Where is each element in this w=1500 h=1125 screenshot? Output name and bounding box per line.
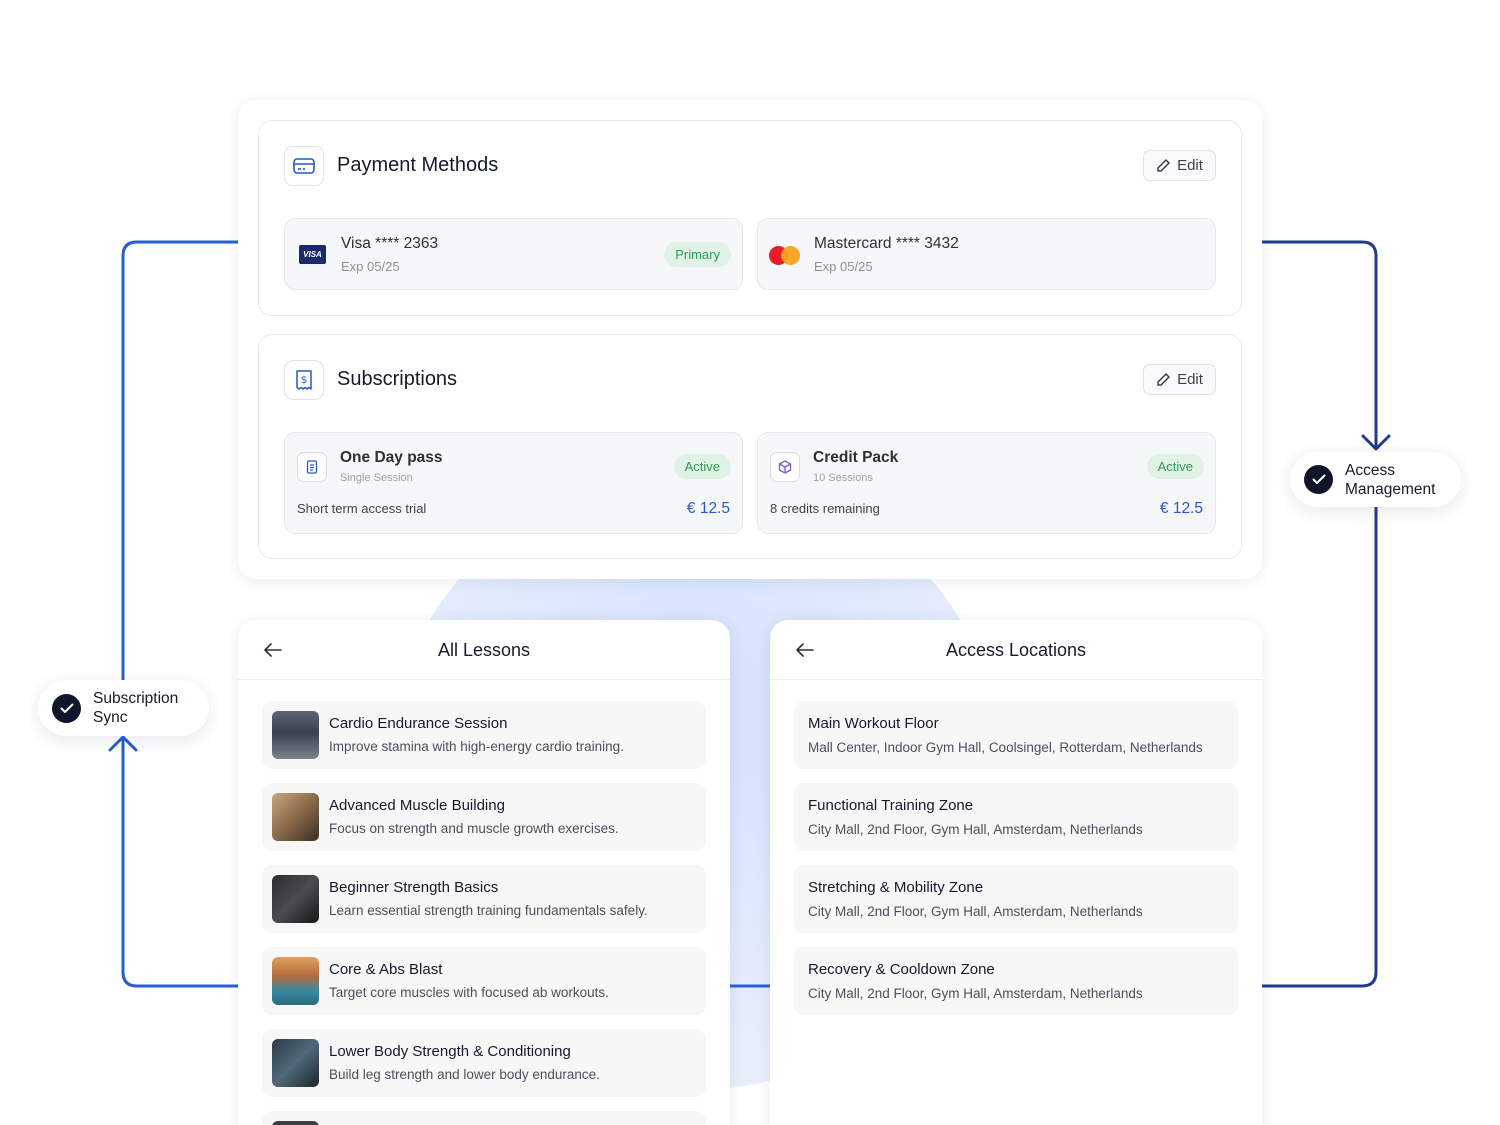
location-item[interactable]: Main Workout Floor Mall Center, Indoor G… — [794, 701, 1238, 769]
lesson-item[interactable]: Lower Body Strength & Conditioning Build… — [262, 1029, 706, 1097]
card-name: Mastercard **** 3432 — [814, 235, 959, 252]
location-title: Main Workout Floor — [808, 715, 939, 732]
location-title: Functional Training Zone — [808, 797, 974, 814]
subscription-name: Credit Pack — [813, 449, 899, 466]
subscription-price: € 12.5 — [1159, 500, 1203, 517]
svg-text:$: $ — [301, 375, 307, 386]
lesson-title: Beginner Strength Basics — [329, 879, 499, 896]
location-title: Stretching & Mobility Zone — [808, 879, 984, 896]
lesson-description: Target core muscles with focused ab work… — [329, 985, 609, 1000]
panel-header: All Lessons — [238, 620, 730, 680]
access-management-badge: Access Management — [1290, 452, 1461, 507]
lesson-thumbnail — [272, 957, 319, 1005]
subscription-description: Short term access trial — [297, 501, 427, 516]
subscription-card[interactable]: Credit Pack 10 Sessions Active 8 credits… — [757, 432, 1216, 534]
location-address: City Mall, 2nd Floor, Gym Hall, Amsterda… — [808, 986, 1143, 1001]
check-icon — [52, 693, 81, 723]
subscriptions-title: Subscriptions — [337, 368, 458, 390]
receipt-dollar-icon: $ — [284, 360, 324, 400]
active-badge: Active — [1146, 454, 1204, 479]
access-management-label: Access Management — [1345, 461, 1436, 498]
card-expiry: Exp 05/25 — [814, 259, 873, 274]
visa-card[interactable]: VISA Visa **** 2363 Exp 05/25 Primary — [284, 218, 743, 290]
billing-card: Payment Methods Edit VISA Visa **** 2363… — [238, 100, 1262, 579]
location-address: City Mall, 2nd Floor, Gym Hall, Amsterda… — [808, 822, 1143, 837]
edit-label: Edit — [1177, 157, 1203, 174]
all-lessons-panel: All Lessons Cardio Endurance Session Imp… — [238, 620, 730, 1125]
lesson-item[interactable]: Core & Abs Blast Target core muscles wit… — [262, 947, 706, 1015]
lesson-thumbnail — [272, 793, 319, 841]
check-icon — [1304, 465, 1333, 494]
credit-card-icon — [284, 146, 324, 186]
lesson-description: Focus on strength and muscle growth exer… — [329, 821, 619, 836]
visa-logo: VISA — [299, 245, 326, 264]
card-expiry: Exp 05/25 — [341, 259, 400, 274]
mastercard-card[interactable]: Mastercard **** 3432 Exp 05/25 — [757, 218, 1216, 290]
payment-methods-section: Payment Methods Edit VISA Visa **** 2363… — [258, 120, 1242, 316]
subscription-sync-label: Subscription Sync — [93, 690, 179, 726]
pencil-icon — [1157, 373, 1170, 386]
lesson-item[interactable]: Cardio Endurance Session Improve stamina… — [262, 701, 706, 769]
lesson-title: Cardio Endurance Session — [329, 715, 508, 732]
lesson-thumbnail — [272, 711, 319, 759]
location-address: Mall Center, Indoor Gym Hall, Coolsingel… — [808, 740, 1203, 755]
lesson-item[interactable]: Advanced Muscle Building Focus on streng… — [262, 783, 706, 851]
subscription-name: One Day pass — [340, 449, 443, 466]
subscription-card[interactable]: One Day pass Single Session Active Short… — [284, 432, 743, 534]
lesson-description: Improve stamina with high-energy cardio … — [329, 739, 624, 754]
card-name: Visa **** 2363 — [341, 235, 439, 252]
lesson-thumbnail — [272, 875, 319, 923]
payment-methods-title: Payment Methods — [337, 154, 499, 176]
lesson-item[interactable]: Beginner Strength Basics Learn essential… — [262, 865, 706, 933]
location-item[interactable]: Stretching & Mobility Zone City Mall, 2n… — [794, 865, 1238, 933]
mastercard-logo — [769, 245, 803, 265]
lesson-item[interactable] — [262, 1111, 706, 1125]
lesson-thumbnail — [272, 1121, 319, 1125]
subscription-price: € 12.5 — [686, 500, 730, 517]
lesson-title: Core & Abs Blast — [329, 961, 443, 978]
ticket-icon — [297, 452, 327, 482]
edit-payment-button[interactable]: Edit — [1143, 150, 1216, 181]
subscription-type: 10 Sessions — [813, 472, 873, 484]
panel-title: Access Locations — [945, 640, 1087, 660]
access-locations-panel: Access Locations Main Workout Floor Mall… — [770, 620, 1262, 1125]
subscriptions-section: $ Subscriptions Edit One Day pass Single… — [258, 334, 1242, 559]
subscription-description: 8 credits remaining — [770, 501, 880, 516]
primary-badge: Primary — [664, 242, 731, 267]
edit-label: Edit — [1177, 371, 1203, 388]
pencil-icon — [1157, 159, 1170, 172]
subscription-type: Single Session — [340, 472, 413, 484]
location-title: Recovery & Cooldown Zone — [808, 961, 995, 978]
lesson-description: Build leg strength and lower body endura… — [329, 1067, 600, 1082]
lesson-description: Learn essential strength training fundam… — [329, 903, 648, 918]
panel-header: Access Locations — [770, 620, 1262, 680]
location-address: City Mall, 2nd Floor, Gym Hall, Amsterda… — [808, 904, 1143, 919]
lesson-thumbnail — [272, 1039, 319, 1087]
active-badge: Active — [673, 454, 731, 479]
edit-subscriptions-button[interactable]: Edit — [1143, 364, 1216, 395]
location-item[interactable]: Functional Training Zone City Mall, 2nd … — [794, 783, 1238, 851]
panel-title: All Lessons — [437, 640, 531, 660]
subscription-sync-badge: Subscription Sync — [38, 680, 209, 736]
lesson-title: Advanced Muscle Building — [329, 797, 505, 814]
cube-icon — [770, 452, 800, 482]
lesson-title: Lower Body Strength & Conditioning — [329, 1043, 571, 1060]
location-item[interactable]: Recovery & Cooldown Zone City Mall, 2nd … — [794, 947, 1238, 1015]
